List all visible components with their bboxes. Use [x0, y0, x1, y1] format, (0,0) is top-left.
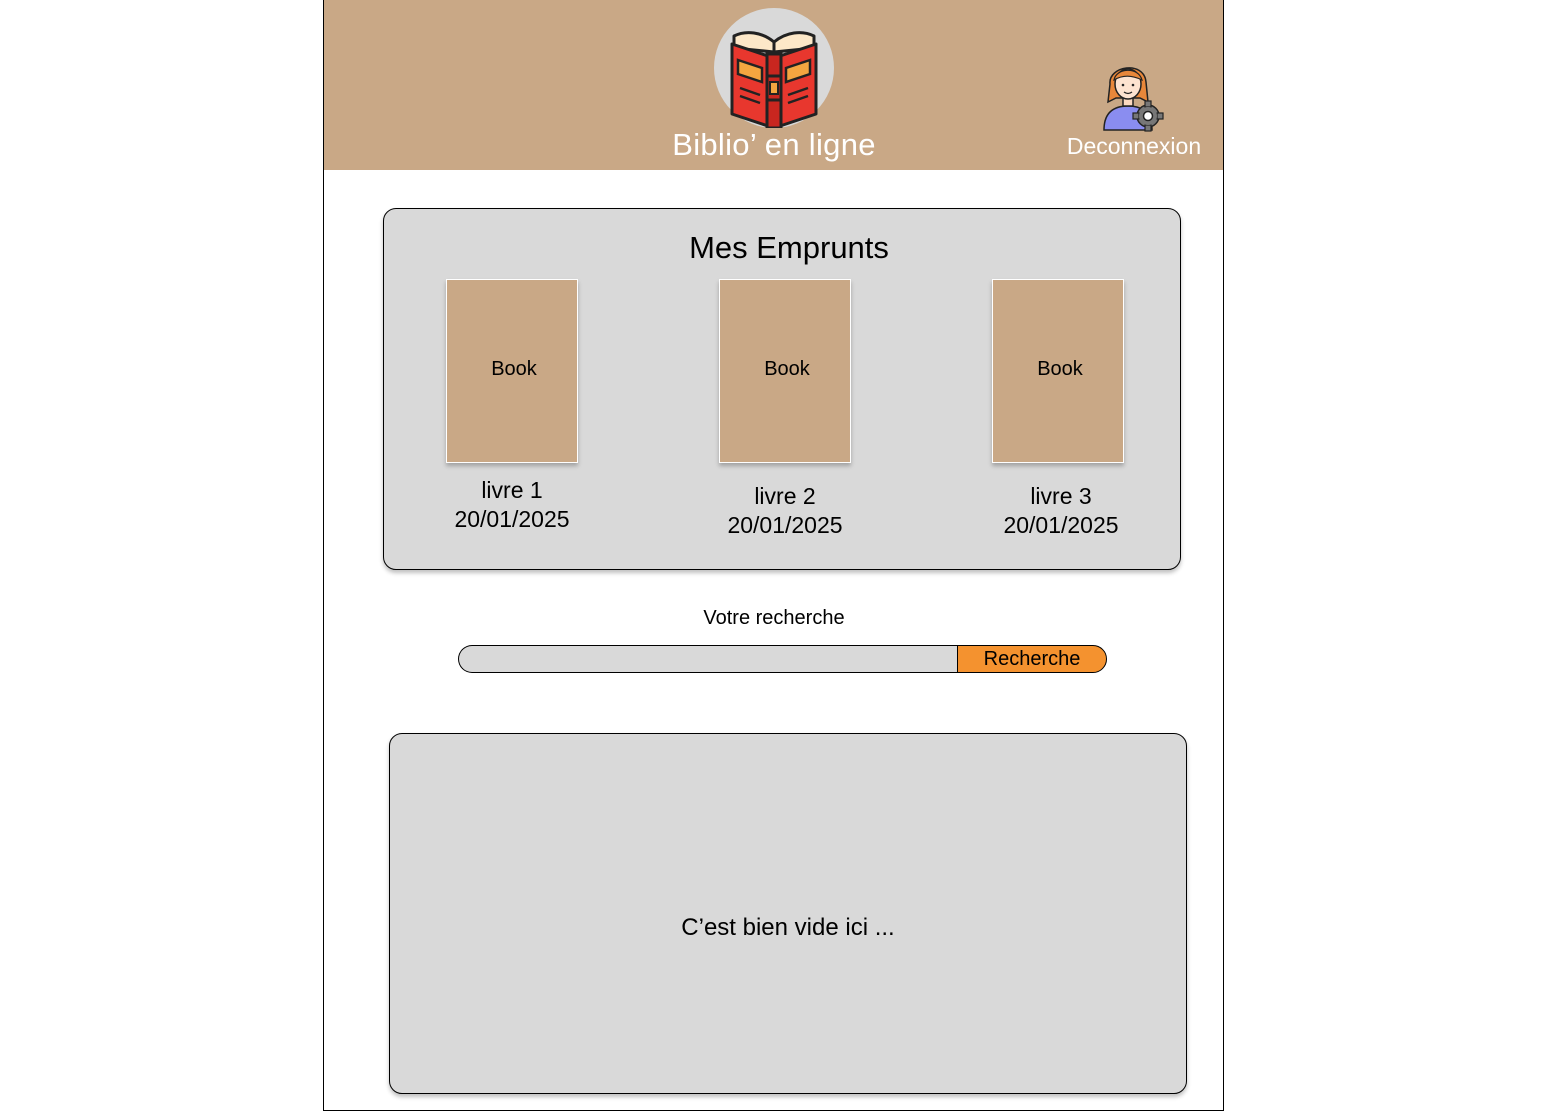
book-cover-label: Book [764, 358, 810, 380]
results-panel: C’est bien vide ici ... [389, 733, 1187, 1094]
empty-results-message: C’est bien vide ici ... [681, 914, 895, 941]
open-book-icon [730, 31, 818, 128]
book-caption-3: livre 3 20/01/2025 [961, 482, 1161, 540]
book-title: livre 2 [754, 483, 816, 509]
book-title: livre 1 [481, 477, 543, 503]
book-cover-label: Book [1037, 358, 1083, 380]
app-title: Biblio’ en ligne [672, 127, 876, 162]
book-caption-1: livre 1 20/01/2025 [412, 476, 612, 534]
book-caption-2: livre 2 20/01/2025 [685, 482, 885, 540]
logout-button[interactable]: Deconnexion [1054, 133, 1214, 160]
book-cover-3[interactable]: Book [992, 279, 1124, 463]
book-due-date: 20/01/2025 [1003, 512, 1119, 538]
search-label: Votre recherche [703, 607, 845, 629]
book-cover-2[interactable]: Book [719, 279, 851, 463]
book-cover-1[interactable]: Book [446, 279, 578, 463]
loans-panel: Mes Emprunts Book livre 1 20/01/2025 Boo… [383, 208, 1181, 570]
search-input[interactable] [458, 645, 958, 673]
search-button[interactable]: Recherche [957, 645, 1107, 673]
app-frame: Biblio’ en ligne Deconnexion Mes Emprunt… [323, 0, 1224, 1111]
loans-title: Mes Emprunts [689, 230, 889, 265]
book-due-date: 20/01/2025 [727, 512, 843, 538]
user-settings-icon[interactable] [1100, 58, 1166, 132]
book-due-date: 20/01/2025 [454, 506, 570, 532]
logo [714, 8, 834, 128]
header-bar: Biblio’ en ligne Deconnexion [324, 0, 1223, 170]
book-cover-label: Book [491, 358, 537, 380]
book-title: livre 3 [1030, 483, 1092, 509]
